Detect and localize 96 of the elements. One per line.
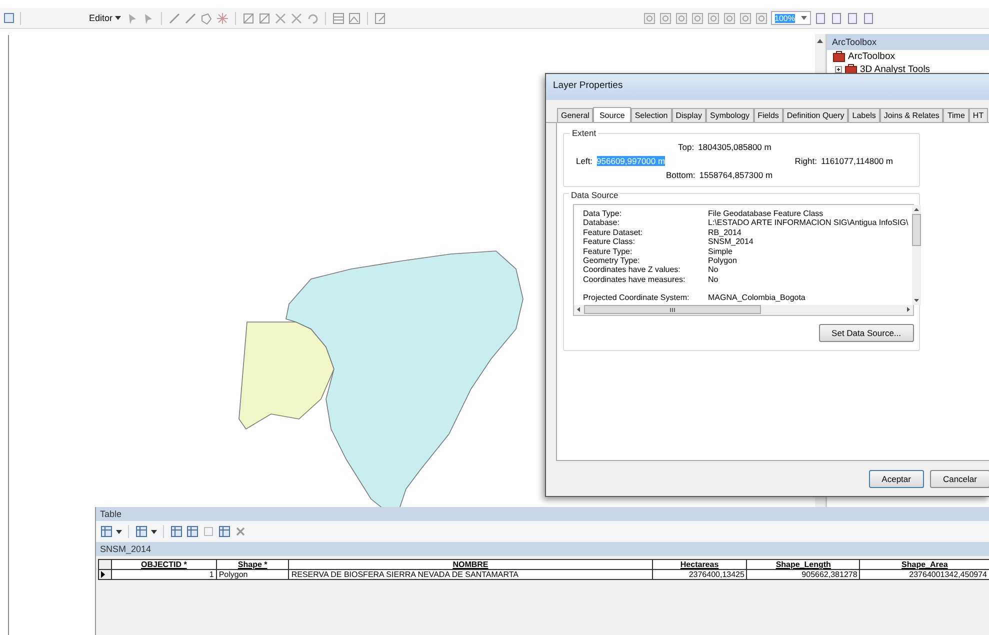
rotate-icon[interactable] — [306, 12, 319, 24]
field-label: Top: — [678, 142, 694, 152]
tab[interactable]: General — [557, 108, 594, 122]
toolbox-icon — [845, 64, 857, 75]
field-value: 1804305,085800 m — [698, 142, 772, 152]
zoom-value: 100% — [774, 14, 795, 22]
scroll-down-icon[interactable] — [914, 298, 920, 302]
window-icon[interactable] — [4, 13, 14, 23]
property-label: Database: — [583, 218, 620, 228]
tab[interactable]: HT — [968, 108, 988, 122]
property-value: Polygon — [708, 256, 737, 266]
image-icon[interactable] — [348, 12, 361, 24]
property-label: Coordinates have measures: — [583, 274, 686, 284]
cross-icon[interactable] — [274, 12, 287, 24]
tree-item[interactable]: ArcToolbox — [848, 51, 895, 62]
scroll-up-icon[interactable] — [914, 208, 920, 211]
dropdown-arrow-icon[interactable] — [800, 16, 807, 20]
group-label: Extent — [570, 128, 598, 138]
tab[interactable]: Fields — [754, 108, 783, 122]
cross-icon[interactable] — [290, 12, 303, 24]
page-icon[interactable] — [830, 12, 843, 24]
caret-icon[interactable] — [151, 530, 157, 534]
property-value: MAGNA_Colombia_Bogota — [708, 293, 806, 303]
dialog-button[interactable]: Cancelar — [930, 470, 989, 488]
scroll-thumb[interactable] — [584, 305, 761, 314]
scroll-thumb[interactable] — [912, 214, 922, 246]
property-value: RB_2014 — [708, 228, 742, 238]
delete-icon[interactable] — [234, 525, 247, 538]
column-header[interactable]: Hectareas — [652, 560, 747, 570]
table-cell: RESERVA DE BIOSFERA SIERRA NEVADA DE SANTAMARTA — [288, 570, 652, 580]
window-title: Table — [96, 507, 989, 521]
field-label: Bottom: — [666, 170, 696, 180]
table-icon[interactable] — [332, 12, 345, 24]
property-label: Feature Class: — [583, 237, 636, 247]
split-icon[interactable] — [258, 12, 271, 24]
column-header[interactable]: NOMBRE — [288, 560, 652, 570]
table-cell: 23764001342,450974 — [860, 570, 989, 580]
grip-icon — [670, 308, 675, 312]
set-data-source-button[interactable]: Set Data Source... — [818, 324, 914, 342]
property-value: No — [708, 274, 718, 284]
caret-icon — [114, 16, 121, 20]
scroll-right-icon[interactable] — [907, 307, 910, 312]
tab[interactable]: Symbology — [706, 108, 754, 122]
tab[interactable]: Source — [593, 107, 631, 122]
field-label: Right: — [794, 156, 817, 166]
caret-icon[interactable] — [116, 530, 122, 534]
field-value: 1558764,857300 m — [699, 170, 773, 180]
tab[interactable]: Labels — [848, 108, 880, 122]
line-icon[interactable] — [168, 12, 181, 24]
table-cell: 905662,381278 — [746, 570, 860, 580]
field-value: 956609,997000 m — [596, 156, 666, 166]
tab[interactable]: Joins & Relates — [880, 108, 944, 122]
column-header[interactable]: OBJECTID * — [112, 560, 216, 570]
scroll-up-icon[interactable] — [817, 39, 823, 43]
property-value: Simple — [708, 246, 732, 256]
table-tab[interactable]: SNSM_2014 — [100, 544, 152, 554]
table-options-icon[interactable] — [100, 525, 113, 538]
property-label: Feature Dataset: — [583, 228, 644, 238]
property-value: L:\ESTADO ARTE INFORMACION SIG\Antigua InfoSIG\ — [708, 218, 908, 228]
field-label: Left: — [576, 156, 593, 166]
property-label: Data Type: — [583, 209, 623, 218]
column-header[interactable]: Shape * — [216, 560, 289, 570]
tab[interactable]: Selection — [630, 108, 672, 122]
column-header[interactable]: Shape_Area — [860, 560, 989, 570]
property-label: Feature Type: — [583, 246, 634, 256]
dialog-button[interactable]: Aceptar — [868, 470, 924, 488]
tab[interactable]: Display — [672, 108, 706, 122]
property-label: Coordinates have Z values: — [583, 265, 682, 275]
split-icon[interactable] — [242, 12, 255, 24]
page-icon[interactable] — [814, 12, 827, 24]
scroll-left-icon[interactable] — [577, 307, 580, 312]
property-label: Geometry Type: — [583, 256, 641, 266]
table-cell: 2376400,13425 — [652, 570, 747, 580]
star-icon[interactable] — [216, 12, 229, 24]
sketch-icon[interactable] — [374, 12, 387, 24]
property-value: No — [708, 265, 718, 275]
toolbox-icon — [833, 51, 845, 62]
tree-item[interactable]: 3D Analyst Tools — [860, 64, 930, 75]
property-label: Projected Coordinate System: — [583, 293, 690, 303]
vertical-scrollbar[interactable] — [912, 205, 922, 305]
tab[interactable]: Definition Query — [782, 108, 848, 122]
property-value: File Geodatabase Feature Class — [708, 209, 824, 218]
line-icon[interactable] — [184, 12, 197, 24]
property-value: SNSM_2014 — [708, 237, 754, 247]
group-label: Data Source — [569, 190, 620, 200]
editor-menu[interactable]: Editor — [87, 13, 123, 23]
horizontal-scrollbar[interactable] — [574, 304, 913, 315]
polygon-icon[interactable] — [200, 12, 213, 24]
column-header[interactable]: Shape_Length — [746, 560, 860, 570]
tab[interactable]: Time — [943, 108, 969, 122]
window-title: Layer Properties — [546, 74, 989, 100]
field-value: 1161077,114800 m — [821, 156, 893, 166]
table-cell: Polygon — [216, 570, 289, 580]
expand-icon[interactable] — [835, 66, 842, 73]
table-cell: 1 — [112, 570, 216, 580]
panel-title: ArcToolbox — [827, 34, 989, 50]
